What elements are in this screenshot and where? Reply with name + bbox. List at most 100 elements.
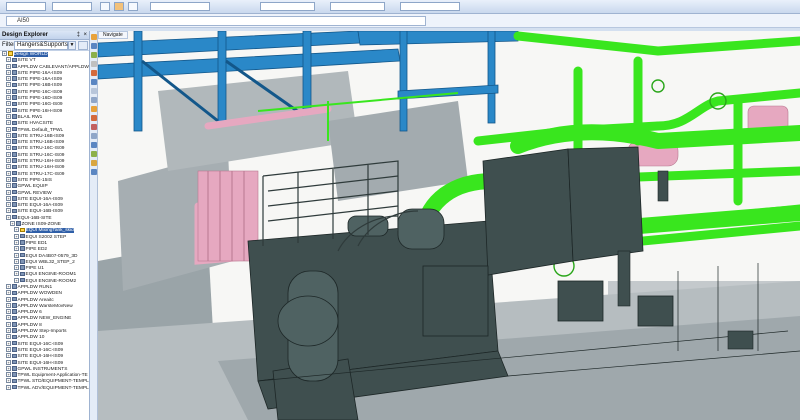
chevron-down-icon[interactable]: ▼ xyxy=(68,41,76,50)
expand-icon[interactable]: + xyxy=(6,384,11,390)
expand-icon[interactable]: + xyxy=(6,57,11,63)
expand-icon[interactable]: + xyxy=(6,315,11,321)
element-icon xyxy=(12,353,17,358)
expand-icon[interactable]: + xyxy=(10,221,15,227)
tool-icon[interactable] xyxy=(91,160,97,166)
tool-icon[interactable] xyxy=(91,61,97,67)
toolbar-field[interactable] xyxy=(330,2,385,11)
tool-icon[interactable] xyxy=(91,124,97,130)
tool-icon[interactable] xyxy=(91,34,97,40)
expand-icon[interactable]: + xyxy=(6,151,11,157)
tab-navigate[interactable]: Navigate xyxy=(98,31,128,39)
expand-icon[interactable]: + xyxy=(6,145,11,151)
expand-icon[interactable]: + xyxy=(6,346,11,352)
expand-icon[interactable]: + xyxy=(6,372,11,378)
expand-icon[interactable]: + xyxy=(6,378,11,384)
expand-icon[interactable]: + xyxy=(14,277,19,283)
tool-icon[interactable] xyxy=(91,88,97,94)
expand-icon[interactable]: + xyxy=(6,158,11,164)
expand-icon[interactable]: + xyxy=(6,353,11,359)
tool-icon[interactable] xyxy=(91,133,97,139)
expand-icon[interactable]: + xyxy=(6,309,11,315)
expand-icon[interactable]: + xyxy=(6,176,11,182)
tool-icon[interactable] xyxy=(91,43,97,49)
tree-item-label: APPLDW RUN1 xyxy=(17,284,53,290)
tool-icon[interactable] xyxy=(91,79,97,85)
tool-icon[interactable] xyxy=(91,70,97,76)
toolbar-button[interactable] xyxy=(100,2,110,11)
filter-select[interactable]: Hangers&Supports xyxy=(14,41,68,50)
element-icon xyxy=(12,120,17,126)
element-icon xyxy=(12,214,17,220)
close-icon[interactable]: × xyxy=(83,31,87,40)
expand-icon[interactable]: + xyxy=(6,208,11,214)
expand-icon[interactable]: + xyxy=(6,95,11,101)
expand-icon[interactable]: + xyxy=(14,227,19,233)
3d-viewport[interactable] xyxy=(98,31,800,420)
expand-icon[interactable]: + xyxy=(14,246,19,252)
expand-icon[interactable]: + xyxy=(6,76,11,82)
toolbar-field[interactable] xyxy=(150,2,210,11)
expand-icon[interactable]: + xyxy=(6,82,11,88)
tool-icon[interactable] xyxy=(91,142,97,148)
toolbar-field[interactable] xyxy=(400,2,460,11)
tool-icon[interactable] xyxy=(91,106,97,112)
tool-icon[interactable] xyxy=(91,52,97,58)
element-icon xyxy=(20,277,25,283)
expand-icon[interactable]: + xyxy=(6,359,11,365)
expand-icon[interactable]: + xyxy=(6,214,11,220)
address-input[interactable]: AI50 xyxy=(6,16,426,26)
expand-icon[interactable]: + xyxy=(6,88,11,94)
expand-icon[interactable]: + xyxy=(6,170,11,176)
tool-icon[interactable] xyxy=(91,97,97,103)
expand-icon[interactable]: + xyxy=(6,340,11,346)
element-icon xyxy=(20,246,25,251)
expand-icon[interactable]: + xyxy=(6,69,11,75)
expand-icon[interactable]: + xyxy=(6,139,11,145)
expand-icon[interactable]: + xyxy=(6,328,11,334)
expand-icon[interactable]: + xyxy=(14,233,19,239)
toolbar-button[interactable] xyxy=(128,2,138,11)
expand-icon[interactable]: + xyxy=(6,132,11,138)
tool-icon[interactable] xyxy=(91,115,97,121)
expand-icon[interactable]: + xyxy=(14,258,19,264)
tool-icon[interactable] xyxy=(91,169,97,175)
toolbar-field[interactable] xyxy=(260,2,315,11)
element-icon xyxy=(12,70,17,75)
expand-icon[interactable]: + xyxy=(6,195,11,201)
expand-icon[interactable]: + xyxy=(6,296,11,302)
expand-icon[interactable]: + xyxy=(6,183,11,189)
expand-icon[interactable]: + xyxy=(14,252,19,258)
expand-icon[interactable]: + xyxy=(6,101,11,107)
filter-options-button[interactable] xyxy=(78,41,88,50)
toolbar-field[interactable] xyxy=(6,2,46,11)
expand-icon[interactable]: + xyxy=(6,302,11,308)
expand-icon[interactable]: + xyxy=(14,239,19,245)
toolbar-field[interactable] xyxy=(52,2,92,11)
expand-icon[interactable]: + xyxy=(6,283,11,289)
expand-icon[interactable]: + xyxy=(6,107,11,113)
expand-icon[interactable]: + xyxy=(6,321,11,327)
toolbar-button[interactable] xyxy=(114,2,124,11)
expand-icon[interactable]: + xyxy=(6,189,11,195)
expand-icon[interactable]: + xyxy=(6,126,11,132)
pin-icon[interactable]: ‡ xyxy=(77,31,80,40)
expand-icon[interactable]: + xyxy=(14,265,19,271)
expand-icon[interactable]: + xyxy=(6,113,11,119)
expand-icon[interactable]: + xyxy=(6,202,11,208)
tool-icon[interactable] xyxy=(91,151,97,157)
expand-icon[interactable]: + xyxy=(6,120,11,126)
expand-icon[interactable]: + xyxy=(6,365,11,371)
expand-icon[interactable]: + xyxy=(6,63,11,69)
tree-item-label: SITE STRU-16B-IS09 xyxy=(17,139,65,145)
tree-item-label: Design WORLD xyxy=(13,51,48,57)
element-icon xyxy=(12,164,17,170)
element-icon xyxy=(12,334,17,340)
expand-icon[interactable]: + xyxy=(6,290,11,296)
expand-icon[interactable]: + xyxy=(6,164,11,170)
tree-item[interactable]: + TPWL ADV/EQUIPMENT-TEMPL xyxy=(0,384,90,391)
expand-icon[interactable]: + xyxy=(14,271,19,277)
expand-icon[interactable]: + xyxy=(2,51,7,56)
element-icon xyxy=(12,284,17,289)
expand-icon[interactable]: + xyxy=(6,334,11,340)
